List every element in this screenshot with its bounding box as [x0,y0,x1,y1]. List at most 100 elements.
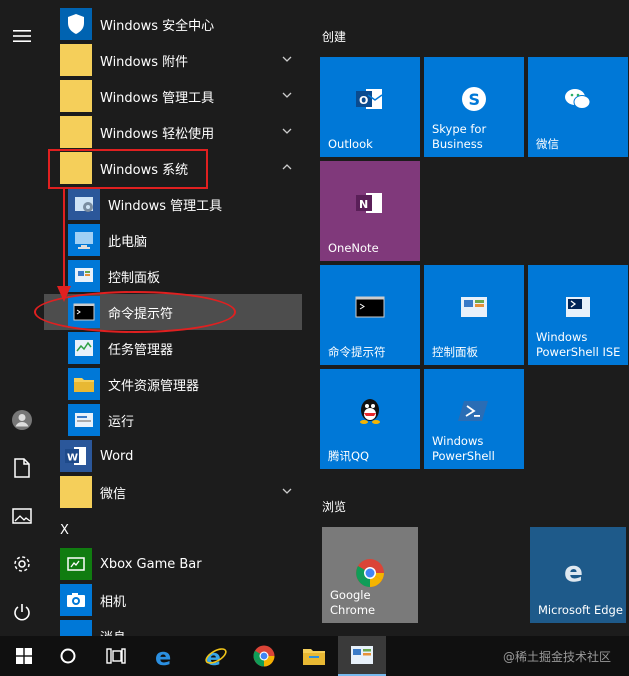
settings-gear-icon [14,556,30,572]
start-left-rail [0,0,44,636]
tile-outlook[interactable]: O Outlook [320,57,420,157]
chevron-down-icon [282,56,292,62]
folder-windows-admin-tools[interactable]: Windows 管理工具 [44,78,302,114]
powershell-icon [458,401,488,421]
word-icon: W [60,440,92,472]
tile-google-chrome[interactable]: Google Chrome [322,527,418,623]
folder-icon [60,80,92,112]
tile-skype-for-business[interactable]: S Skype for Business [424,57,524,157]
cortana-search-icon [60,648,76,664]
svg-text:W: W [67,453,78,464]
power-icon [14,604,30,621]
tile-powershell[interactable]: Windows PowerShell [424,369,524,469]
app-run[interactable]: 运行 [44,402,302,438]
task-view-button[interactable] [92,636,140,676]
documents-button[interactable] [0,446,44,490]
taskbar-ie-button[interactable]: e [192,636,240,676]
folder-windows-ease-of-access[interactable]: Windows 轻松使用 [44,114,302,150]
app-windows-security[interactable]: Windows 安全中心 [44,6,302,42]
svg-text:e: e [564,555,583,587]
internet-explorer-icon: e [205,646,227,668]
qq-icon [360,399,380,424]
control-panel-icon [68,260,100,292]
onenote-icon: N [356,193,382,213]
taskbar-file-explorer-button[interactable] [290,636,338,676]
svg-text:N: N [359,198,368,211]
app-word[interactable]: W Word [44,438,302,474]
pictures-button[interactable] [0,494,44,538]
app-windows-admin-tools[interactable]: Windows 管理工具 [44,186,302,222]
folder-windows-system[interactable]: Windows 系统 [44,150,302,186]
chevron-down-icon [282,488,292,494]
taskbar-chrome-button[interactable] [240,636,288,676]
watermark-text: @稀土掘金技术社区 [502,650,611,664]
app-label: 命令提示符 [108,306,174,322]
cortana-search-button[interactable] [44,636,92,676]
hamburger-menu-icon [13,30,31,42]
user-avatar-icon [12,410,32,430]
letter-header-x[interactable]: X [44,512,302,548]
app-label: 控制面板 [108,270,161,286]
settings-button[interactable] [0,542,44,586]
app-label: 相机 [100,594,127,610]
tile-onenote[interactable]: N OneNote [320,161,420,261]
tile-microsoft-edge[interactable]: e Microsoft Edge [530,527,626,623]
folder-wechat[interactable]: 微信 [44,474,302,510]
file-explorer-icon [68,368,100,400]
svg-text:e: e [155,644,171,668]
chrome-icon [356,559,384,587]
tile-label: 控制面板 [432,345,478,359]
app-label: 消息 [100,627,126,637]
tile-label: Outlook [328,137,373,151]
hamburger-menu-button[interactable] [0,14,44,58]
task-manager-icon [68,332,100,364]
app-camera[interactable]: 相机 [44,582,302,618]
skype-icon: S [462,87,486,111]
folder-icon [60,116,92,148]
app-command-prompt[interactable]: 命令提示符 [44,294,302,330]
folder-icon [60,44,92,76]
app-label: Windows 安全中心 [100,18,215,34]
app-messaging[interactable]: 消息 [44,618,302,636]
app-label: Windows 管理工具 [100,90,215,106]
app-xbox-game-bar[interactable]: Xbox Game Bar [44,546,302,582]
shield-icon [60,8,92,40]
app-this-pc[interactable]: 此电脑 [44,222,302,258]
folder-icon [60,152,92,184]
app-label: Windows 轻松使用 [100,126,215,142]
user-account-button[interactable] [0,398,44,442]
app-label: Xbox Game Bar [100,556,202,572]
windows-start-icon [16,648,32,664]
tile-group-label-browse[interactable]: 浏览 [322,498,346,515]
tile-command-prompt[interactable]: 命令提示符 [320,265,420,365]
tile-group-label-create[interactable]: 创建 [322,28,346,45]
run-icon [68,404,100,436]
edge-icon: e [564,555,583,587]
app-file-explorer[interactable]: 文件资源管理器 [44,366,302,402]
app-control-panel[interactable]: 控制面板 [44,258,302,294]
tile-powershell-ise[interactable]: Windows PowerShell ISE [528,265,628,365]
app-label: 运行 [108,414,135,430]
app-label: 任务管理器 [108,342,174,358]
app-label: 此电脑 [108,234,148,250]
tile-label: 命令提示符 [328,345,386,359]
app-label: 微信 [100,486,127,502]
taskbar-edge-button[interactable]: e [142,636,190,676]
file-explorer-icon [303,649,325,665]
tile-control-panel[interactable]: 控制面板 [424,265,524,365]
tile-label: 微信 [536,137,559,151]
tile-label: Windows PowerShell ISE [536,330,621,359]
chrome-icon [253,645,275,667]
app-task-manager[interactable]: 任务管理器 [44,330,302,366]
tile-wechat[interactable]: 微信 [528,57,628,157]
pictures-icon [12,508,32,524]
tile-tencent-qq[interactable]: 腾讯QQ [320,369,420,469]
folder-windows-accessories[interactable]: Windows 附件 [44,42,302,78]
taskbar-control-panel-button[interactable] [338,636,386,676]
powershell-ise-icon [566,297,590,317]
admin-tools-icon [68,188,100,220]
power-button[interactable] [0,590,44,634]
chevron-down-icon [282,92,292,98]
taskbar: e e @稀土掘金技术社区 [0,636,629,676]
start-button[interactable] [0,636,48,676]
